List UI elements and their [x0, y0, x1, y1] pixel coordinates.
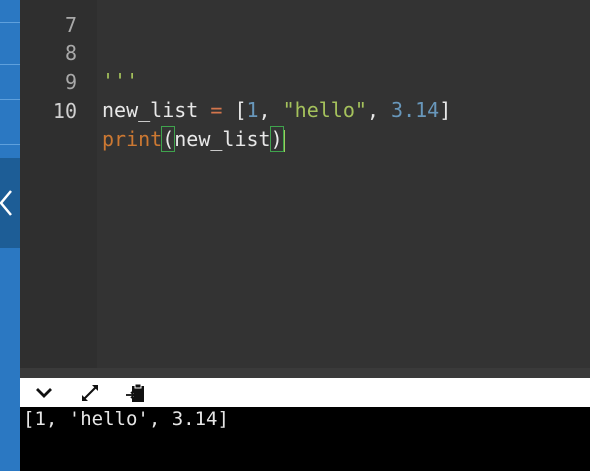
code-text: print(new_list) — [102, 125, 285, 153]
sidebar-segment[interactable] — [0, 99, 20, 145]
console-toolbar — [20, 378, 590, 407]
identifier-token: new_list — [102, 98, 199, 122]
sidebar-segment[interactable] — [0, 22, 20, 65]
console-output-text: [1, 'hello', 3.14] — [23, 408, 229, 430]
code-line: 7 — [20, 0, 590, 37]
operator-token: = — [198, 98, 235, 122]
number-token: 3.14 — [391, 98, 440, 122]
sidebar-segment[interactable] — [0, 64, 20, 100]
chevron-down-icon — [36, 388, 52, 398]
collapse-sidebar-button[interactable] — [0, 158, 20, 248]
paste-console-button[interactable] — [124, 381, 148, 405]
number-token: 1 — [246, 98, 259, 122]
code-line-active: 10 print(new_list) — [20, 69, 590, 152]
left-sidebar-strip — [0, 0, 20, 471]
chevron-left-icon — [0, 190, 12, 216]
console-resize-handle[interactable] — [20, 368, 590, 378]
identifier-token: new_list — [174, 127, 271, 151]
console-output[interactable]: [1, 'hello', 3.14] — [20, 407, 590, 471]
expand-icon — [82, 385, 98, 401]
text-cursor — [283, 129, 285, 152]
bracket-token: [ — [234, 98, 247, 122]
string-token: "hello" — [282, 98, 367, 122]
sidebar-segment[interactable] — [0, 0, 20, 23]
code-text: new_list = [1, "hello", 3.14] — [102, 96, 451, 124]
collapse-console-button[interactable] — [32, 381, 56, 405]
paste-icon — [126, 383, 144, 402]
punct-token: , — [258, 98, 283, 122]
app-root: 7 8 ''' 9 new_list = [1, "hello", 3.14] … — [0, 0, 590, 471]
maximize-console-button[interactable] — [78, 381, 102, 405]
bracket-token: ] — [439, 98, 452, 122]
code-line: 9 new_list = [1, "hello", 3.14] — [20, 40, 590, 122]
code-line: 8 ''' — [20, 11, 590, 93]
line-number: 10 — [52, 99, 77, 123]
punct-token: , — [366, 98, 392, 122]
bracket-token: ) — [269, 126, 284, 152]
keyword-token: print — [102, 127, 163, 151]
bracket-token: ( — [161, 126, 176, 152]
code-editor[interactable]: 7 8 ''' 9 new_list = [1, "hello", 3.14] … — [20, 0, 590, 368]
